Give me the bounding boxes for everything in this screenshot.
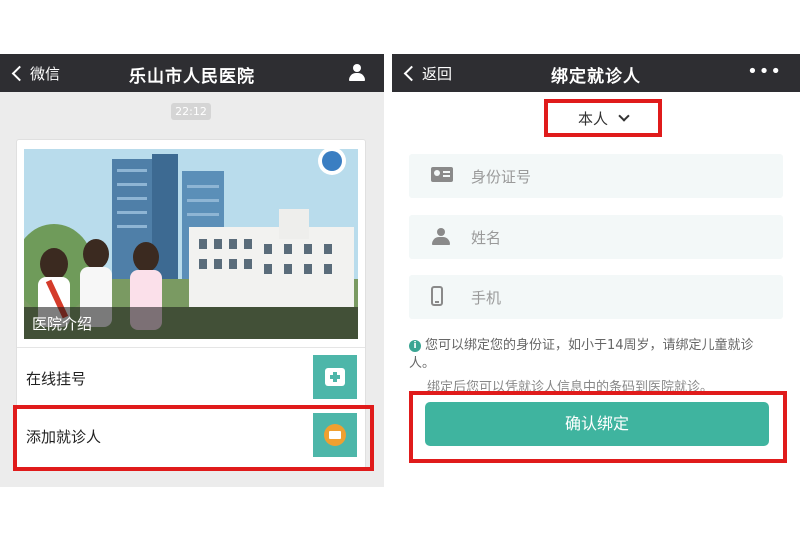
- phone-field[interactable]: 手机: [409, 275, 783, 319]
- person-icon: [431, 228, 451, 246]
- page-title: 绑定就诊人: [551, 67, 641, 87]
- binding-notice: i 您可以绑定您的身份证，如小于14周岁，请绑定儿童就诊人。: [409, 337, 769, 373]
- wechat-navbar: 微信 乐山市人民医院: [0, 54, 384, 92]
- hospital-banner[interactable]: 医院介绍: [24, 149, 358, 339]
- confirm-bind-button[interactable]: 确认绑定: [425, 402, 769, 446]
- chevron-down-icon: [618, 109, 630, 122]
- relationship-value: 本人: [577, 109, 608, 128]
- bind-patient-screen: 返回 绑定就诊人 ••• 本人 身份证号 姓名 手机 i 您可以绑定您的身份证，如…: [392, 54, 800, 487]
- menu-item-label: 在线挂号: [26, 370, 87, 388]
- banner-caption: 医院介绍: [32, 315, 93, 333]
- user-icon[interactable]: [348, 64, 366, 82]
- name-field[interactable]: 姓名: [409, 215, 783, 259]
- screenshot-root: 微信 乐山市人民医院 22:12 医院介绍 在线挂号 添加就诊人 返回 绑定就诊…: [0, 0, 800, 533]
- hospital-account-screen: 微信 乐山市人民医院 22:12 医院介绍 在线挂号 添加就诊人: [0, 54, 384, 487]
- phone-icon: [431, 286, 443, 306]
- banner-caption-bar: 医院介绍: [24, 307, 358, 339]
- id-number-field[interactable]: 身份证号: [409, 154, 783, 198]
- notice-text-secondary: 绑定后您可以凭就诊人信息中的条码到医院就诊。: [427, 380, 714, 395]
- article-card: 医院介绍 在线挂号 添加就诊人: [16, 139, 366, 469]
- phone-placeholder: 手机: [471, 289, 502, 307]
- name-placeholder: 姓名: [471, 229, 502, 247]
- message-timestamp: 22:12: [171, 103, 211, 120]
- first-aid-icon: [313, 355, 357, 399]
- notice-text: 您可以绑定您的身份证，如小于14周岁，请绑定儿童就诊人。: [409, 338, 754, 371]
- page-title: 乐山市人民医院: [129, 67, 255, 87]
- more-icon[interactable]: •••: [747, 61, 782, 82]
- id-badge-icon: [313, 413, 357, 457]
- menu-item-online-registration[interactable]: 在线挂号: [17, 347, 365, 405]
- info-icon: i: [409, 340, 421, 352]
- id-card-icon: [431, 167, 453, 182]
- menu-item-add-patient[interactable]: 添加就诊人: [17, 405, 365, 463]
- bind-navbar: 返回 绑定就诊人 •••: [392, 54, 800, 92]
- menu-item-label: 添加就诊人: [26, 428, 102, 446]
- relationship-select[interactable]: 本人: [544, 99, 662, 137]
- id-number-placeholder: 身份证号: [471, 168, 532, 186]
